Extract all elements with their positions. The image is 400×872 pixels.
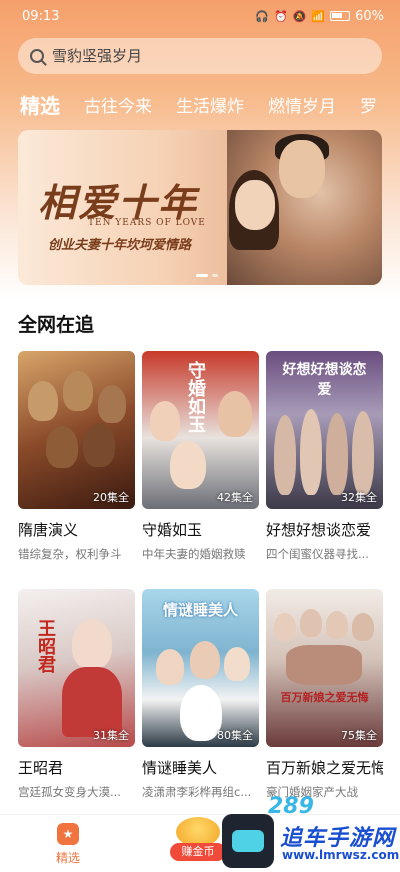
show-poster[interactable]: 王昭君 31集全 [18, 589, 135, 747]
show-title[interactable]: 情谜睡美人 [142, 757, 259, 778]
poster-title: 守婚如玉 [185, 361, 206, 433]
banner-dot-active [196, 274, 208, 277]
show-description: 凌潇肃李彩桦再组c... [142, 785, 252, 799]
show-title[interactable]: 守婚如玉 [142, 519, 259, 540]
episode-count: 20集全 [93, 491, 129, 504]
earn-coins-button[interactable]: 赚金币 [168, 815, 228, 867]
show-card[interactable]: 守婚如玉 42集全 守婚如玉 中年夫妻的婚姻救赎 [142, 351, 259, 581]
hero-banner[interactable]: 相爱十年 TEN YEARS OF LOVE 创业夫妻十年坎坷爱情路 [18, 130, 382, 285]
search-bar[interactable] [18, 38, 382, 74]
tab-life[interactable]: 生活爆炸 [176, 92, 244, 117]
battery-level: 60% [355, 8, 384, 24]
show-title[interactable]: 王昭君 [18, 757, 135, 778]
banner-subtitle: 创业夫妻十年坎坷爱情路 [48, 238, 192, 253]
show-description: 四个闺蜜仪器寻找... [266, 547, 369, 561]
banner-image [227, 130, 382, 285]
show-description: 错综复杂，权利争斗 [18, 547, 122, 561]
show-title[interactable]: 百万新娘之爱无悔 [266, 757, 383, 778]
category-tabs: 精选 古往今来 生活爆炸 燃情岁月 罗 [0, 86, 400, 122]
tab-featured[interactable]: 精选 [20, 90, 60, 119]
tab-more[interactable]: 罗 [360, 92, 377, 117]
episode-count: 31集全 [93, 729, 129, 742]
show-poster[interactable]: 20集全 [18, 351, 135, 509]
tab-passion[interactable]: 燃情岁月 [268, 92, 336, 117]
nav-featured[interactable]: ★ 精选 [46, 823, 90, 866]
episode-count: 75集全 [341, 729, 377, 742]
status-time: 09:13 [22, 8, 60, 24]
headphones-icon: 🎧 [255, 9, 269, 23]
car-icon [232, 830, 264, 852]
show-description: 宫廷孤女变身大漠... [18, 785, 121, 799]
episode-count: 42集全 [217, 491, 253, 504]
tab-history[interactable]: 古往今来 [84, 92, 152, 117]
show-card[interactable]: 百万新娘之爱无悔 75集全 百万新娘之爱无悔 豪门婚姻家产大战 [266, 589, 383, 819]
status-icons: 🎧 ⏰ 🔕 📶 60% [255, 9, 384, 24]
banner-title-en: TEN YEARS OF LOVE [88, 218, 206, 228]
status-bar: 09:13 🎧 ⏰ 🔕 📶 60% [0, 0, 400, 32]
show-card[interactable]: 20集全 隋唐演义 错综复杂，权利争斗 [18, 351, 135, 581]
alarm-icon: ⏰ [273, 9, 288, 23]
poster-title: 情谜睡美人 [162, 601, 238, 619]
star-icon: ★ [57, 823, 79, 845]
earn-coins-label: 赚金币 [170, 843, 226, 861]
episode-count: 32集全 [341, 491, 377, 504]
watermark-number: 289 [268, 794, 314, 819]
show-poster[interactable]: 守婚如玉 42集全 [142, 351, 259, 509]
show-title[interactable]: 隋唐演义 [18, 519, 135, 540]
section-title: 全网在追 [18, 314, 95, 336]
watermark-url: www.lmrwsz.com [282, 848, 400, 862]
banner-pagination [196, 274, 218, 277]
poster-title: 好想好想谈恋爱 [282, 362, 367, 398]
search-input[interactable] [52, 47, 352, 65]
mute-icon: 🔕 [292, 9, 307, 23]
watermark-logo [222, 814, 274, 868]
episode-count: 80集全 [217, 729, 253, 742]
banner-dot [212, 274, 218, 277]
show-card[interactable]: 好想好想谈恋爱 32集全 好想好想谈恋爱 四个闺蜜仪器寻找... [266, 351, 383, 581]
nav-featured-label: 精选 [55, 851, 80, 865]
wifi-icon: 📶 [311, 9, 326, 23]
show-poster[interactable]: 好想好想谈恋爱 32集全 [266, 351, 383, 509]
battery-icon [330, 11, 351, 21]
show-title[interactable]: 好想好想谈恋爱 [266, 519, 383, 540]
show-poster[interactable]: 情谜睡美人 80集全 [142, 589, 259, 747]
show-card[interactable]: 王昭君 31集全 王昭君 宫廷孤女变身大漠... [18, 589, 135, 819]
poster-title: 百万新娘之爱无悔 [280, 691, 369, 704]
search-icon [30, 49, 44, 63]
show-grid: 20集全 隋唐演义 错综复杂，权利争斗 守婚如玉 42集全 守婚如玉 中年夫妻的… [18, 351, 384, 819]
poster-title: 王昭君 [35, 619, 56, 673]
show-card[interactable]: 情谜睡美人 80集全 情谜睡美人 凌潇肃李彩桦再组c... [142, 589, 259, 819]
show-description: 中年夫妻的婚姻救赎 [142, 547, 246, 561]
show-poster[interactable]: 百万新娘之爱无悔 75集全 [266, 589, 383, 747]
